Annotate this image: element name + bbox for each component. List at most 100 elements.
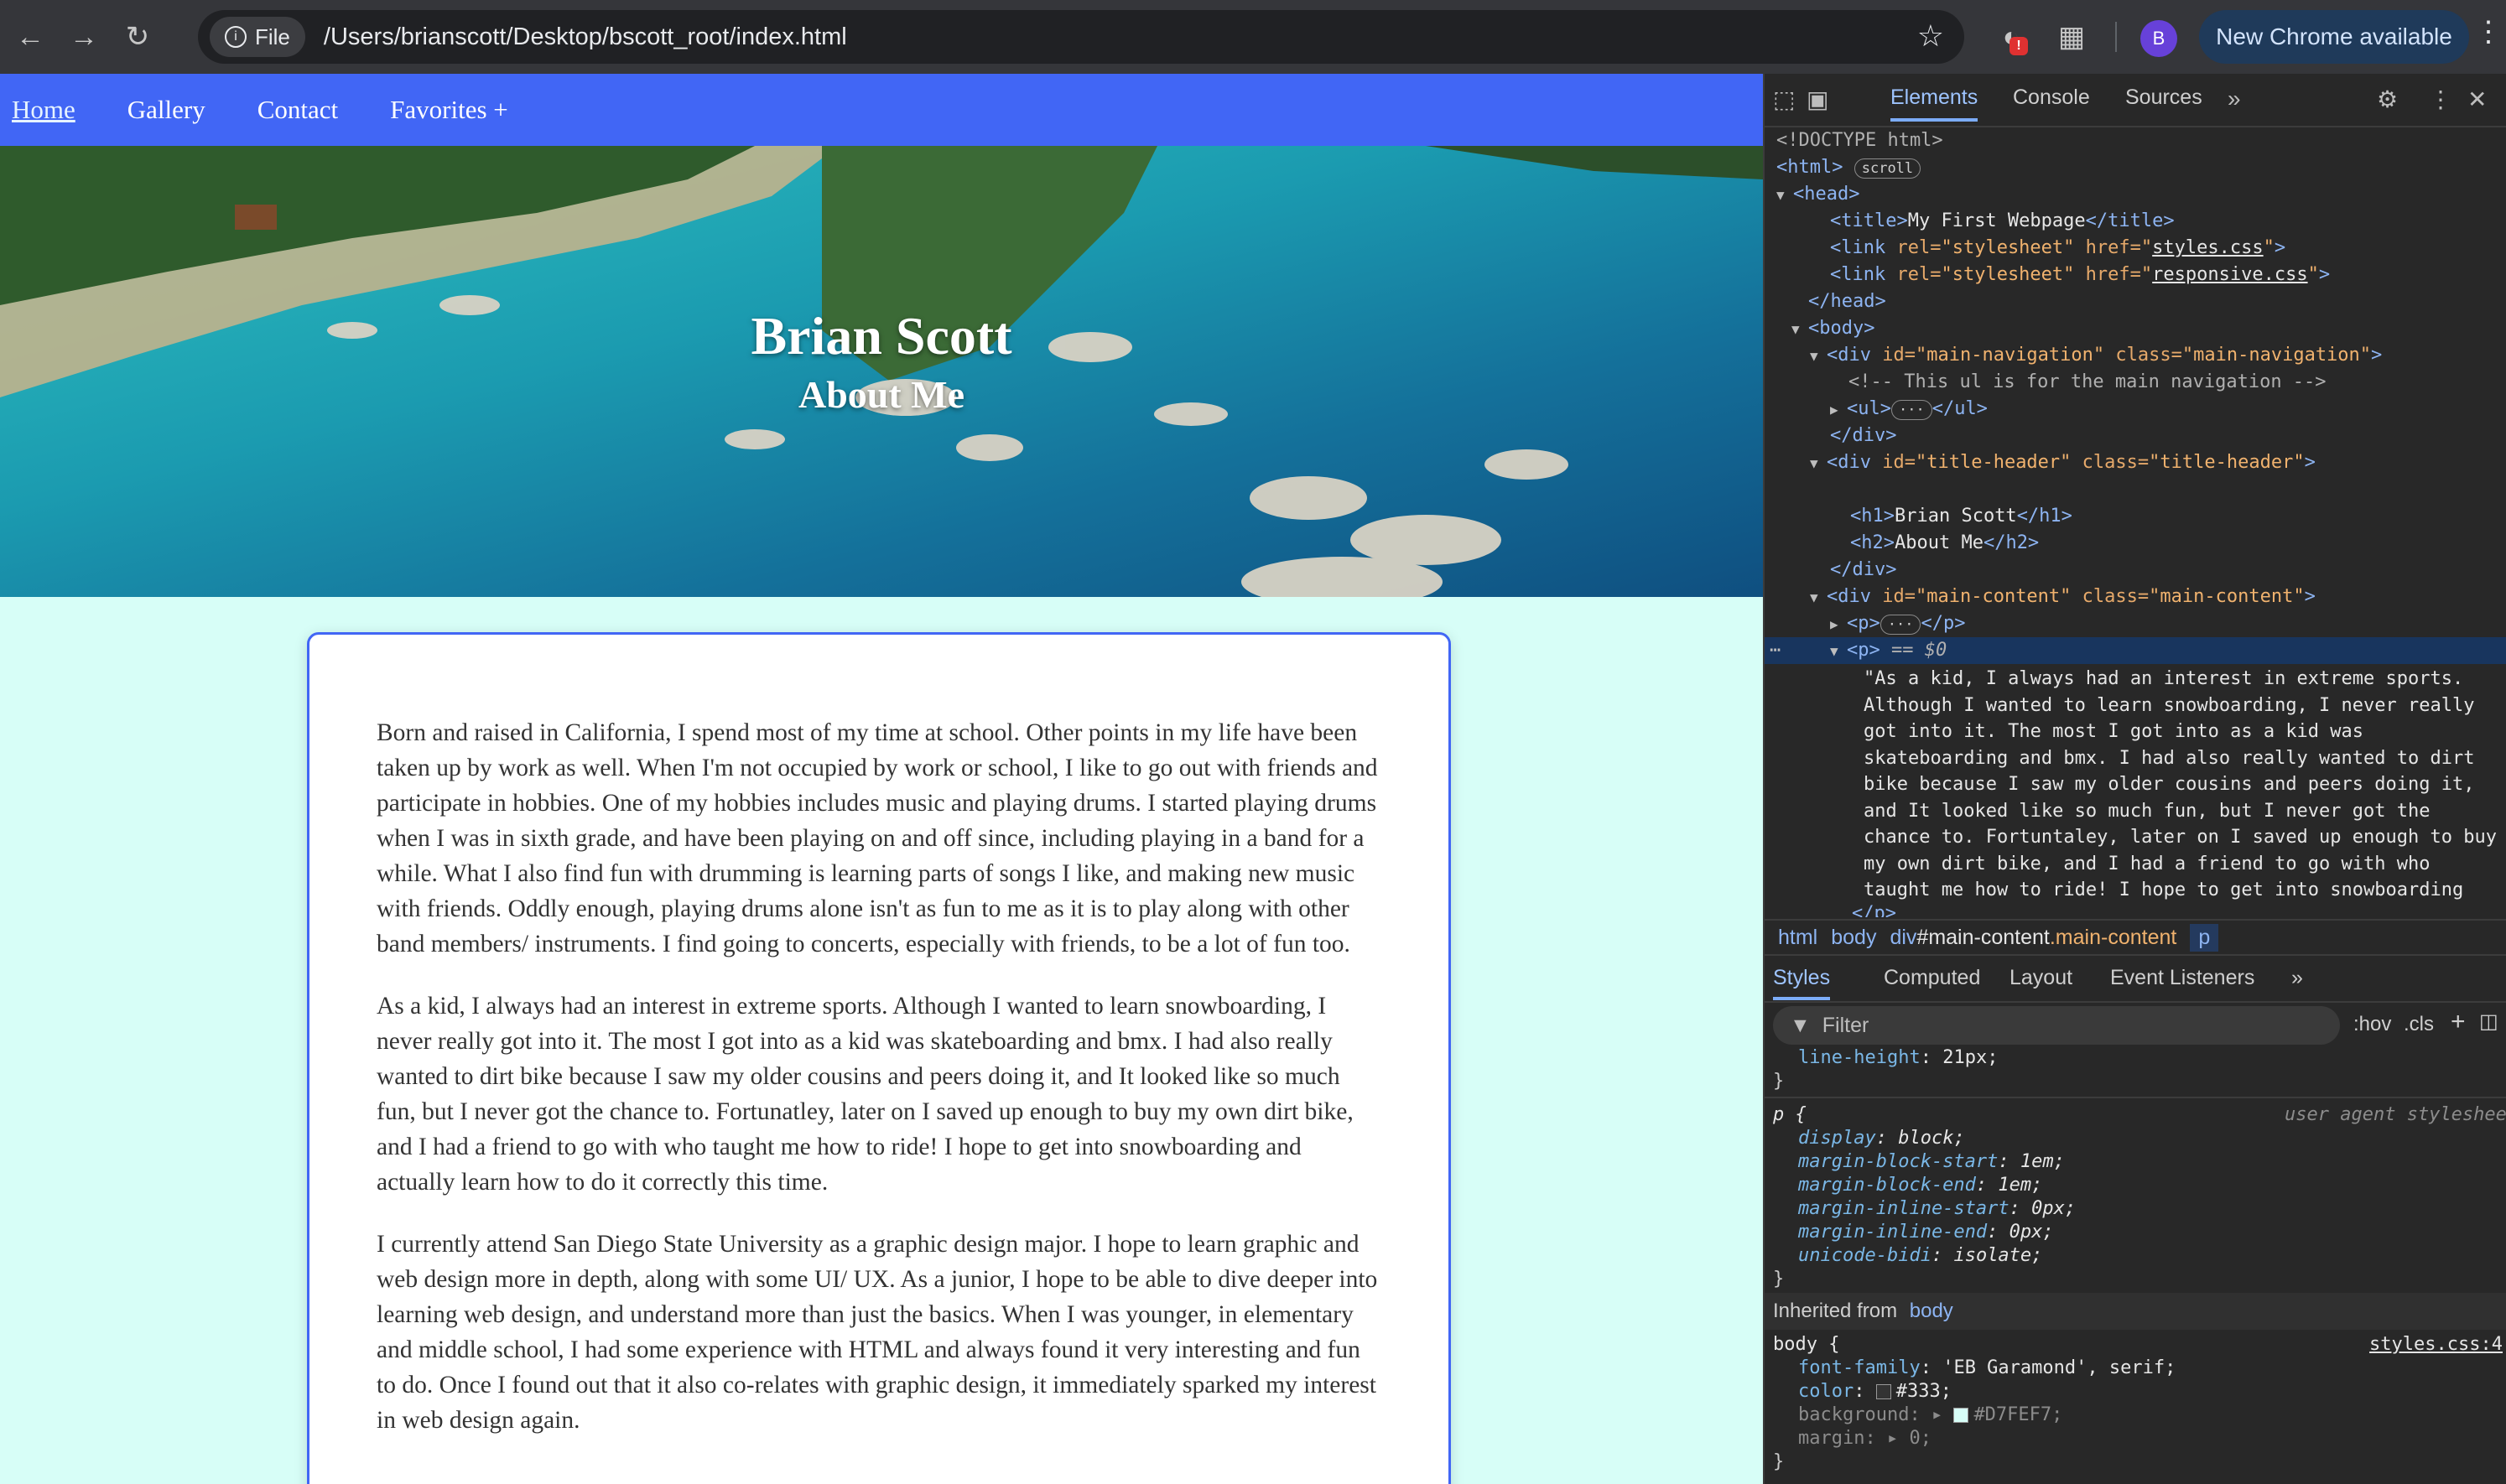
nav-link-gallery[interactable]: Gallery: [127, 95, 205, 125]
dom-line-link-styles[interactable]: <link rel="stylesheet" href="styles.css"…: [1830, 235, 2285, 262]
expand-triangle-icon[interactable]: ▼: [1810, 450, 1827, 477]
body-rule-source-link[interactable]: styles.css:4: [2285, 1333, 2503, 1357]
p-rule-display: display: block;: [1798, 1128, 1965, 1149]
breadcrumb-html[interactable]: html: [1778, 926, 1817, 950]
dom-line-ul[interactable]: ▶ <ul> ··· </ul>: [1830, 396, 1988, 423]
styles-filter-input[interactable]: ▼ Filter: [1773, 1006, 2340, 1045]
dom-line-title[interactable]: <title>My First Webpage</title>: [1830, 208, 2175, 235]
scroll-badge[interactable]: scroll: [1854, 158, 1921, 179]
background-swatch[interactable]: [1953, 1408, 1969, 1423]
tab-computed[interactable]: Computed: [1884, 966, 1980, 990]
back-icon[interactable]: ←: [7, 13, 54, 60]
paragraph-extreme-sports: As a kid, I always had an interest in ex…: [377, 993, 1354, 1196]
filter-placeholder: Filter: [1822, 1013, 1869, 1037]
page-subtitle: About Me: [798, 373, 965, 416]
reload-icon[interactable]: ↻: [114, 13, 161, 60]
dom-line-p-collapsed[interactable]: ▶ <p> ··· </p>: [1830, 610, 1965, 637]
expand-triangle-icon[interactable]: ▼: [1776, 182, 1793, 209]
extensions-puzzle-icon[interactable]: ▦: [2051, 17, 2092, 57]
collapse-triangle-icon[interactable]: ▶: [1830, 397, 1847, 423]
bookmark-star-icon[interactable]: ☆: [1917, 18, 1944, 54]
title-header: Brian Scott About Me: [0, 146, 1763, 597]
devtools-menu-icon[interactable]: ⋮: [2429, 86, 2452, 113]
expand-triangle-icon[interactable]: ▼: [1810, 584, 1827, 611]
nav-link-favorites[interactable]: Favorites +: [390, 95, 508, 125]
device-toolbar-icon[interactable]: ▣: [1807, 86, 1828, 113]
dom-line-p-close[interactable]: </p>: [1852, 900, 1896, 917]
dom-line-div-close-2[interactable]: </div>: [1830, 557, 1896, 584]
address-bar[interactable]: i File /Users/brianscott/Desktop/bscott_…: [198, 10, 1964, 64]
row-actions-icon[interactable]: ⋯: [1770, 637, 1781, 664]
browser-toolbar: ← → ↻ i File /Users/brianscott/Desktop/b…: [0, 0, 2506, 74]
new-chrome-available-button[interactable]: New Chrome available: [2199, 10, 2469, 64]
cls-toggle[interactable]: .cls: [2404, 1013, 2434, 1036]
dom-line-html[interactable]: <html> scroll: [1776, 154, 1921, 181]
collapse-triangle-icon[interactable]: ▶: [1830, 611, 1847, 638]
site-info-chip[interactable]: i File: [210, 17, 305, 57]
tab-layout[interactable]: Layout: [2009, 966, 2072, 990]
tab-event-listeners[interactable]: Event Listeners: [2110, 966, 2254, 990]
dom-line-div-close[interactable]: </div>: [1830, 423, 1896, 449]
dom-line-doctype[interactable]: <!DOCTYPE html>: [1776, 127, 1943, 154]
page-viewport: Home Gallery Contact Favorites + Brian S…: [0, 74, 1763, 1484]
ellipsis-badge[interactable]: ···: [1890, 400, 1932, 420]
body-rule-color[interactable]: color: #333;: [1798, 1380, 2506, 1404]
styles-tabs: Styles Computed Layout Event Listeners »: [1765, 954, 2506, 1003]
body-rule-margin[interactable]: margin: ▸ 0;: [1798, 1427, 2506, 1450]
nav-link-home[interactable]: Home: [12, 95, 75, 125]
dom-line-main-content[interactable]: ▼ <div id="main-content" class="main-cont…: [1810, 584, 2316, 610]
lake-hero-image: [0, 146, 1763, 597]
tab-sources[interactable]: Sources: [2125, 86, 2202, 110]
breadcrumb-main-content[interactable]: div#main-content.main-content: [1890, 926, 2176, 950]
main-navigation: Home Gallery Contact Favorites +: [0, 74, 1763, 146]
breadcrumb-body[interactable]: body: [1831, 926, 1876, 950]
dom-line-head-close[interactable]: </head>: [1808, 288, 1886, 315]
dom-line-h2[interactable]: <h2>About Me</h2>: [1850, 530, 2039, 557]
paragraph-about-hobbies: Born and raised in California, I spend m…: [377, 719, 1378, 957]
profile-avatar[interactable]: B: [2140, 20, 2177, 57]
ellipsis-badge[interactable]: ···: [1880, 615, 1921, 635]
expand-triangle-icon[interactable]: ▼: [1830, 638, 1847, 665]
dom-line-comment[interactable]: <!-- This ul is for the main navigation …: [1848, 369, 2327, 396]
new-style-rule-icon[interactable]: +: [2451, 1008, 2466, 1036]
devtools-tabs: ⬚ ▣ Elements Console Sources » ⚙ ⋮ ✕: [1765, 74, 2506, 127]
dom-breadcrumb: html body div#main-content.main-content …: [1765, 919, 2506, 956]
dom-line-link-responsive[interactable]: <link rel="stylesheet" href="responsive.…: [1830, 262, 2330, 288]
p-rule-unicode-bidi: unicode-bidi: isolate;: [1798, 1245, 2043, 1266]
dom-line-body[interactable]: ▼ <body>: [1791, 315, 1874, 342]
extension-icon[interactable]: ◐!: [1991, 17, 2031, 57]
url-text[interactable]: /Users/brianscott/Desktop/bscott_root/in…: [324, 23, 847, 51]
selected-text-node[interactable]: "As a kid, I always had an interest in e…: [1864, 666, 2501, 900]
filter-funnel-icon: ▼: [1790, 1013, 1811, 1037]
more-tabs-icon[interactable]: »: [2228, 86, 2241, 112]
breadcrumb-p[interactable]: p: [2190, 923, 2219, 952]
dom-line-title-header[interactable]: ▼ <div id="title-header" class="title-hea…: [1810, 449, 2316, 476]
dom-line-head[interactable]: ▼ <head>: [1776, 181, 1859, 208]
body-rule-font-family[interactable]: font-family: 'EB Garamond', serif;: [1798, 1357, 2506, 1380]
close-devtools-icon[interactable]: ✕: [2467, 86, 2487, 113]
dom-line-h1[interactable]: <h1>Brian Scott</h1>: [1850, 503, 2072, 530]
tab-elements[interactable]: Elements: [1890, 86, 1978, 122]
forward-icon[interactable]: →: [60, 13, 107, 60]
body-rule-brace: }: [1773, 1451, 1785, 1472]
style-brace: }: [1773, 1071, 1785, 1092]
dom-line-main-navigation[interactable]: ▼ <div id="main-navigation" class="main-n…: [1810, 342, 2382, 369]
body-rule-background[interactable]: background: ▸ #D7FEF7;: [1798, 1404, 2506, 1427]
expand-triangle-icon[interactable]: ▼: [1810, 343, 1827, 370]
inherited-body-link[interactable]: body: [1910, 1300, 1953, 1322]
p-rule-margin-block-end: margin-block-end: 1em;: [1798, 1175, 2043, 1196]
nav-link-contact[interactable]: Contact: [257, 95, 338, 125]
style-line-height[interactable]: line-height: 21px;: [1798, 1046, 2506, 1070]
toggle-sidebar-icon[interactable]: ◫: [2479, 1009, 2498, 1034]
info-icon: i: [225, 26, 247, 48]
more-panes-icon[interactable]: »: [2291, 966, 2303, 990]
hov-toggle[interactable]: :hov: [2353, 1013, 2391, 1036]
color-swatch[interactable]: [1875, 1384, 1891, 1399]
tab-console[interactable]: Console: [2013, 86, 2090, 110]
settings-gear-icon[interactable]: ⚙: [2377, 86, 2398, 113]
chrome-menu-icon[interactable]: ⋮: [2474, 15, 2503, 49]
inherited-from-header: Inherited from body: [1765, 1293, 2506, 1330]
expand-triangle-icon[interactable]: ▼: [1791, 316, 1808, 343]
inspect-element-icon[interactable]: ⬚: [1773, 86, 1795, 113]
tab-styles[interactable]: Styles: [1773, 966, 1831, 1000]
